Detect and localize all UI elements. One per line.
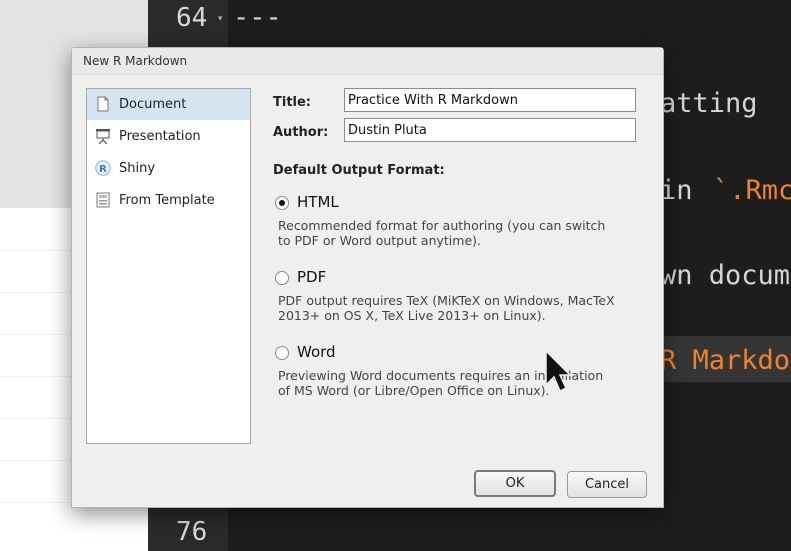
dialog-title: New R Markdown xyxy=(83,54,188,68)
cancel-button[interactable]: Cancel xyxy=(567,471,647,498)
format-label: PDF xyxy=(297,268,327,286)
mouse-pointer-icon xyxy=(545,349,571,393)
html-radio[interactable] xyxy=(275,196,289,210)
word-radio[interactable] xyxy=(275,346,289,360)
code-line: --- xyxy=(233,2,282,33)
dialog-titlebar[interactable]: New R Markdown xyxy=(72,48,663,75)
shiny-r-icon: R xyxy=(95,160,111,176)
document-type-list: Document Presentation R Shiny From Templ… xyxy=(86,88,251,444)
title-label: Title: xyxy=(273,95,312,110)
format-description: Previewing Word documents requires an in… xyxy=(278,368,638,398)
description-line: of MS Word (or Libre/Open Office on Linu… xyxy=(278,383,550,398)
author-input[interactable] xyxy=(344,118,636,142)
description-line: 2013+ on OS X, TeX Live 2013+ on Linux). xyxy=(278,308,546,323)
format-label: Word xyxy=(297,343,336,361)
sidebar-item-from-template[interactable]: From Template xyxy=(87,185,250,216)
description-line: Previewing Word documents requires an in… xyxy=(278,368,604,383)
code-line: wn docum xyxy=(660,260,791,291)
format-label: HTML xyxy=(297,193,339,211)
fold-arrow-icon[interactable]: ▾ xyxy=(218,14,223,24)
document-icon xyxy=(97,96,109,112)
code-line: atting xyxy=(660,88,758,119)
title-input[interactable] xyxy=(344,88,636,112)
sidebar-item-label: Document xyxy=(119,97,187,112)
output-format-heading: Default Output Format: xyxy=(273,163,445,178)
line-number: 64 xyxy=(176,3,208,33)
code-line: `.Rmc xyxy=(713,175,791,206)
format-description: Recommended format for authoring (you ca… xyxy=(278,218,638,248)
description-line: to PDF or Word output anytime). xyxy=(278,233,481,248)
sidebar-item-presentation[interactable]: Presentation xyxy=(87,121,250,152)
sidebar-item-document[interactable]: Document xyxy=(87,89,250,120)
code-line: R Markdo xyxy=(660,345,791,376)
sidebar-item-label: From Template xyxy=(119,193,215,208)
svg-text:R: R xyxy=(99,164,107,175)
template-icon xyxy=(96,192,110,208)
format-description: PDF output requires TeX (MiKTeX on Windo… xyxy=(278,293,638,323)
author-label: Author: xyxy=(273,125,329,140)
sidebar-item-shiny[interactable]: R Shiny xyxy=(87,153,250,184)
presentation-icon xyxy=(96,129,110,144)
sidebar-item-label: Presentation xyxy=(119,129,201,144)
description-line: PDF output requires TeX (MiKTeX on Windo… xyxy=(278,293,615,308)
code-line: in xyxy=(660,175,709,206)
sidebar-item-label: Shiny xyxy=(119,161,156,176)
new-r-markdown-dialog: New R Markdown Document Presentation R S… xyxy=(71,47,664,508)
pdf-radio[interactable] xyxy=(275,271,289,285)
description-line: Recommended format for authoring (you ca… xyxy=(278,218,606,233)
line-number: 76 xyxy=(176,517,208,547)
ok-button[interactable]: OK xyxy=(474,470,556,497)
